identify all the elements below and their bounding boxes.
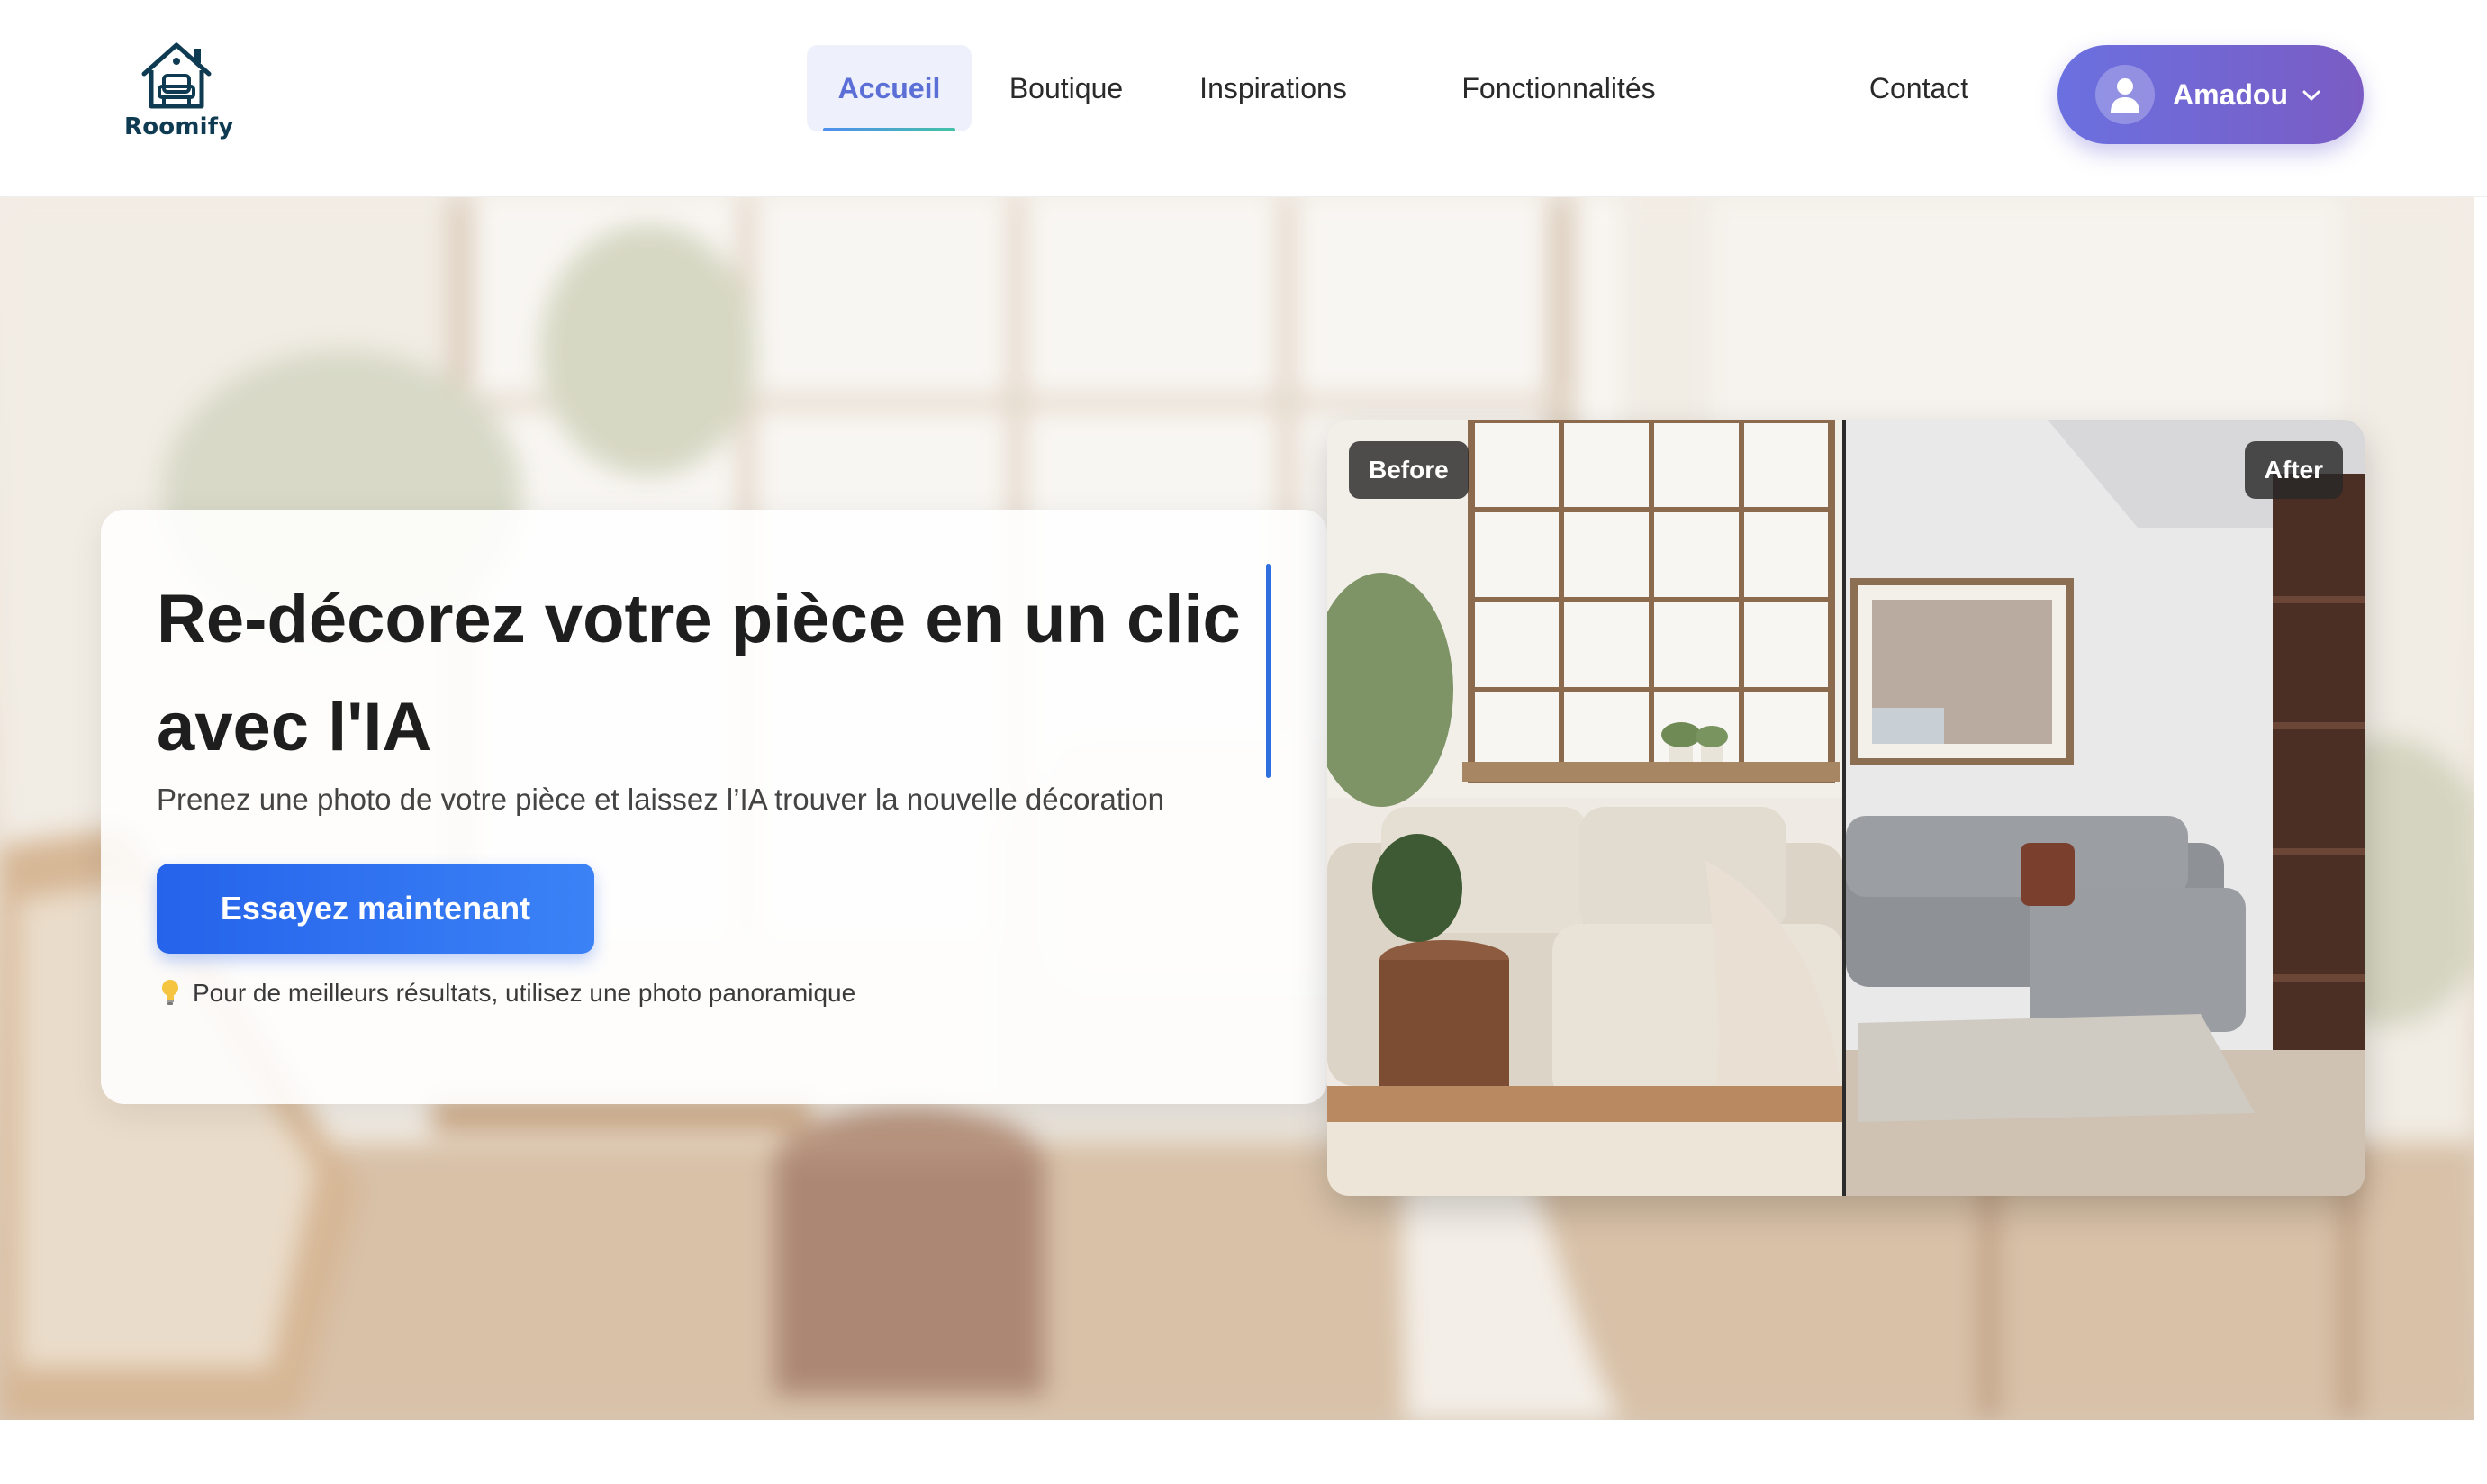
nav-item-inspirations[interactable]: Inspirations (1185, 45, 1361, 131)
brand-logo[interactable]: Roomify (124, 40, 234, 146)
site-header: Roomify Accueil Boutique Inspirations Fo… (0, 0, 2487, 197)
before-after-comparison[interactable]: Before After (1327, 420, 2365, 1196)
avatar (2095, 65, 2155, 124)
hero-card: Re-décorez votre pièce en un clic avec l… (101, 510, 1327, 1104)
nav-item-label: Inspirations (1199, 72, 1347, 104)
comparison-divider-handle[interactable] (1842, 420, 1846, 1196)
user-name: Amadou (2173, 78, 2288, 111)
after-badge: After (2244, 441, 2343, 499)
active-underline (823, 128, 955, 131)
house-logo-icon (141, 42, 212, 109)
hero-subtitle: Prenez une photo de votre pièce et laiss… (157, 783, 1165, 816)
lightbulb-icon (162, 980, 178, 1005)
nav-item-label: Fonctionnalités (1461, 72, 1656, 104)
user-menu-button[interactable]: Amadou (2057, 45, 2364, 144)
try-now-button[interactable]: Essayez maintenant (157, 864, 594, 954)
accent-bar (1266, 564, 1271, 778)
chevron-down-icon (2302, 90, 2320, 101)
nav-item-label: Accueil (837, 72, 941, 104)
hero-title: Re-décorez votre pièce en un clic avec l… (157, 581, 1241, 765)
brand-name: Roomify (124, 113, 234, 140)
nav-item-boutique[interactable]: Boutique (999, 45, 1134, 131)
hero-tip: Pour de meilleurs résultats, utilisez un… (160, 979, 855, 1008)
nav-item-fonctionnalites[interactable]: Fonctionnalités (1450, 45, 1668, 131)
tip-text: Pour de meilleurs résultats, utilisez un… (193, 979, 856, 1007)
hero-section: Re-décorez votre pièce en un clic avec l… (0, 197, 2474, 1420)
nav-item-accueil[interactable]: Accueil (807, 45, 972, 131)
before-badge: Before (1349, 441, 1469, 499)
nav-item-label: Contact (1868, 72, 1969, 104)
nav-item-label: Boutique (1008, 72, 1124, 104)
nav-item-contact[interactable]: Contact (1860, 45, 1977, 131)
user-icon (2111, 78, 2139, 113)
before-after-image (1327, 420, 2365, 1196)
